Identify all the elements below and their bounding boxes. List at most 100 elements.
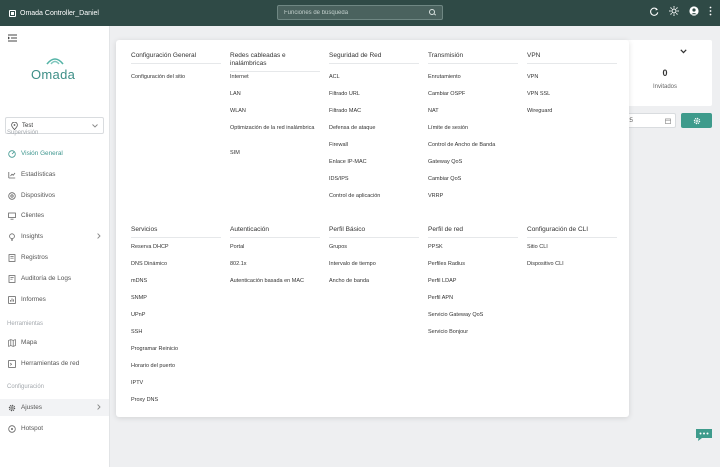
- menu-item[interactable]: Wireguard: [527, 108, 617, 115]
- menu-item[interactable]: Filtrado MAC: [329, 108, 419, 115]
- menu-item[interactable]: SNMP: [131, 295, 221, 302]
- menu-item[interactable]: Autenticación basada en MAC: [230, 278, 320, 285]
- menu-column: Redes cableadas e inalámbricas Internet LA…: [230, 52, 320, 156]
- sidebar-item-label: Clientes: [21, 212, 45, 219]
- menu-item[interactable]: Límite de sesión: [428, 125, 518, 132]
- sidebar-item-label: Insights: [21, 233, 44, 240]
- sidebar-item-label: Herramientas de red: [21, 360, 80, 367]
- more-vertical-icon[interactable]: [709, 6, 712, 16]
- menu-column: Perfil Básico Grupos Intervalo de tiempo An…: [329, 226, 419, 284]
- menu-item[interactable]: Programar Reinicio: [131, 346, 221, 353]
- clients-monitor-icon: [8, 212, 16, 220]
- menu-item[interactable]: Gateway QoS: [428, 159, 518, 166]
- menu-item[interactable]: Horario del puerto: [131, 363, 221, 370]
- menu-item[interactable]: Perfil LDAP: [428, 278, 518, 285]
- sidebar-item-settings[interactable]: Ajustes: [0, 399, 109, 416]
- menu-item[interactable]: VPN: [527, 74, 617, 81]
- menu-item[interactable]: Perfil APN: [428, 295, 518, 302]
- chat-support-icon[interactable]: [695, 428, 713, 442]
- menu-item[interactable]: NAT: [428, 108, 518, 115]
- logo-text: Omada: [31, 67, 76, 82]
- menu-item[interactable]: IPTV: [131, 380, 221, 387]
- menu-item[interactable]: Grupos: [329, 244, 419, 251]
- sidebar-item-label: Informes: [21, 296, 46, 303]
- sidebar-item-reports[interactable]: Informes: [0, 291, 109, 308]
- search-icon[interactable]: [429, 9, 436, 16]
- calendar-icon: [665, 118, 671, 124]
- sidebar-item-devices[interactable]: Dispositivos: [0, 187, 109, 204]
- logs-icon: [8, 253, 16, 262]
- map-icon: [8, 338, 16, 347]
- menu-item[interactable]: Servicio Gateway QoS: [428, 312, 518, 319]
- menu-item[interactable]: VRRP: [428, 193, 518, 200]
- menu-item[interactable]: Ancho de banda: [329, 278, 419, 285]
- menu-item[interactable]: Enlace IP-MAC: [329, 159, 419, 166]
- menu-item[interactable]: LAN: [230, 91, 320, 98]
- menu-item[interactable]: Reserva DHCP: [131, 244, 221, 251]
- menu-item[interactable]: 802.1x: [230, 261, 320, 268]
- controller-logo-icon: [9, 9, 16, 17]
- reports-icon: [8, 295, 16, 304]
- menu-item[interactable]: VPN SSL: [527, 91, 617, 98]
- sidebar-item-label: Auditoría de Logs: [21, 275, 72, 282]
- settings-button[interactable]: [681, 113, 712, 128]
- menu-item[interactable]: DNS Dinámico: [131, 261, 221, 268]
- menu-item[interactable]: ACL: [329, 74, 419, 81]
- menu-column: Transmisión Enrutamiento Cambiar OSPF NAT Lí…: [428, 52, 518, 199]
- menu-item[interactable]: Configuración del sitio: [131, 74, 221, 81]
- chevron-down-icon: [92, 123, 98, 128]
- menu-column-title: Configuración de CLI: [527, 226, 617, 238]
- sidebar-item-label: Mapa: [21, 339, 37, 346]
- menu-item[interactable]: SSH: [131, 329, 221, 336]
- top-icons: [650, 6, 712, 16]
- sidebar-item-network-tools[interactable]: Herramientas de red: [0, 355, 109, 372]
- menu-item[interactable]: WLAN: [230, 108, 320, 115]
- menu-item[interactable]: Filtrado URL: [329, 91, 419, 98]
- menu-item[interactable]: Enrutamiento: [428, 74, 518, 81]
- menu-item[interactable]: Firewall: [329, 142, 419, 149]
- sidebar-item-overview[interactable]: Visión General: [0, 145, 109, 162]
- sidebar-item-map[interactable]: Mapa: [0, 334, 109, 351]
- menu-item[interactable]: Control de aplicación: [329, 193, 419, 200]
- sidebar-item-hotspot[interactable]: Hotspot: [0, 420, 109, 437]
- menu-item[interactable]: Portal: [230, 244, 320, 251]
- sidebar: Omada Test Supervisión Visión General Es…: [0, 26, 110, 467]
- guests-label: Invitados: [652, 84, 677, 90]
- sidebar-item-clients[interactable]: Clientes: [0, 207, 109, 224]
- menu-item[interactable]: SIM: [230, 150, 320, 157]
- sidebar-item-statistics[interactable]: Estadísticas: [0, 166, 109, 183]
- menu-item[interactable]: Cambiar OSPF: [428, 91, 518, 98]
- menu-item[interactable]: Servicio Bonjour: [428, 329, 518, 336]
- menu-item[interactable]: Optimización de la red inalámbrica: [230, 125, 320, 132]
- menu-item[interactable]: mDNS: [131, 278, 221, 285]
- search-input[interactable]: [284, 9, 429, 16]
- refresh-icon[interactable]: [650, 7, 659, 16]
- menu-item[interactable]: Defensa de ataque: [329, 125, 419, 132]
- top-bar: Omada Controller_Daniel: [0, 0, 720, 26]
- theme-sun-icon[interactable]: [669, 6, 679, 16]
- menu-item[interactable]: Dispositivo CLI: [527, 261, 617, 268]
- menu-item[interactable]: Internet: [230, 74, 320, 81]
- menu-item[interactable]: UPnP: [131, 312, 221, 319]
- menu-column-title: Seguridad de Red: [329, 52, 419, 64]
- menu-item[interactable]: Perfiles Radius: [428, 261, 518, 268]
- menu-item[interactable]: Proxy DNS: [131, 397, 221, 404]
- sidebar-item-insights[interactable]: Insights: [0, 228, 109, 245]
- menu-item[interactable]: IDS/IPS: [329, 176, 419, 183]
- sidebar-item-label: Visión General: [21, 150, 63, 157]
- sidebar-item-audit-logs[interactable]: Auditoría de Logs: [0, 270, 109, 287]
- chevron-down-icon[interactable]: [680, 49, 687, 54]
- collapse-sidebar-icon[interactable]: [8, 34, 17, 42]
- search-box[interactable]: [277, 5, 443, 20]
- sidebar-item-logs[interactable]: Registros: [0, 249, 109, 266]
- sidebar-item-label: Ajustes: [21, 404, 42, 411]
- user-avatar-icon[interactable]: [689, 6, 699, 16]
- menu-item[interactable]: Intervalo de tiempo: [329, 261, 419, 268]
- menu-item[interactable]: Sitio CLI: [527, 244, 617, 251]
- menu-item[interactable]: PPSK: [428, 244, 518, 251]
- menu-column-title: Perfil de red: [428, 226, 518, 238]
- wifi-arc-icon: [46, 58, 64, 65]
- menu-item[interactable]: Control de Ancho de Banda: [428, 142, 518, 149]
- section-tools-label: Herramientas: [7, 321, 44, 327]
- menu-item[interactable]: Cambiar QoS: [428, 176, 518, 183]
